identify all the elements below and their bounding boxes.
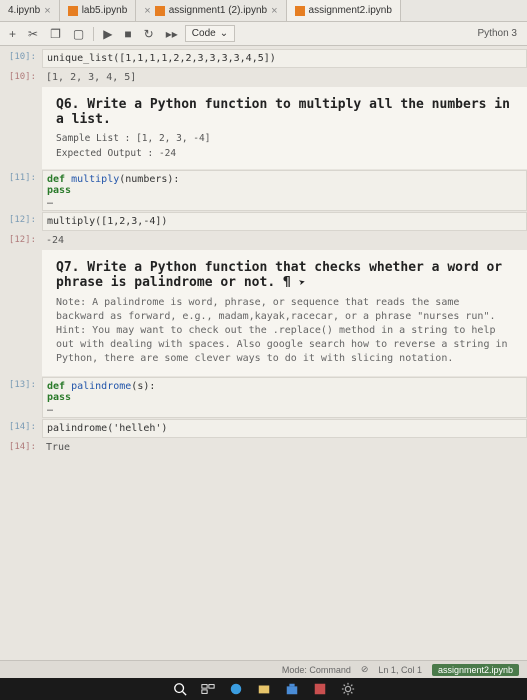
- copy-button[interactable]: ❐: [45, 25, 66, 43]
- task-view-icon[interactable]: [201, 682, 215, 696]
- ellipsis-icon[interactable]: …: [47, 196, 518, 207]
- saved-icon: ⊘: [361, 664, 369, 675]
- cursor-icon: ➤: [297, 275, 307, 289]
- cell-input[interactable]: def palindrome(s): pass …: [42, 377, 527, 418]
- in-prompt: [12]:: [0, 212, 42, 231]
- files-icon[interactable]: [257, 682, 271, 696]
- in-prompt: [13]:: [0, 377, 42, 418]
- notebook-icon: [295, 6, 305, 16]
- tab-bar: 4.ipynb × lab5.ipynb × assignment1 (2).i…: [0, 0, 527, 22]
- output-cell: [14]: True: [0, 439, 527, 456]
- q6-expected-output: Expected Output : -24: [56, 148, 513, 159]
- output-cell: [12]: -24: [0, 232, 527, 249]
- windows-taskbar[interactable]: [0, 678, 527, 700]
- restart-button[interactable]: ↻: [139, 25, 159, 43]
- tab-label: lab5.ipynb: [82, 5, 128, 16]
- cell-type-dropdown[interactable]: Code ⌄: [185, 25, 235, 42]
- status-bar: Mode: Command ⊘ Ln 1, Col 1 assignment2.…: [0, 660, 527, 678]
- cell-input[interactable]: multiply([1,2,3,-4]): [42, 212, 527, 231]
- notebook-icon: [68, 6, 78, 16]
- close-icon[interactable]: ×: [44, 5, 50, 17]
- q7-note: Note: A palindrome is word, phrase, or s…: [56, 296, 513, 366]
- code-cell[interactable]: [13]: def palindrome(s): pass …: [0, 377, 527, 418]
- close-icon[interactable]: ×: [144, 5, 150, 17]
- notebook-area[interactable]: [10]: unique_list([1,1,1,1,2,2,3,3,3,3,4…: [0, 46, 527, 676]
- ellipsis-icon[interactable]: …: [47, 403, 518, 414]
- notebook-icon: [155, 6, 165, 16]
- cell-input[interactable]: unique_list([1,1,1,1,2,2,3,3,3,3,4,5]): [42, 49, 527, 68]
- md-prompt: [0, 87, 42, 169]
- close-icon[interactable]: ×: [271, 5, 277, 17]
- tab-assignment1-ipynb[interactable]: × assignment1 (2).ipynb ×: [136, 0, 286, 21]
- in-prompt: [10]:: [0, 49, 42, 68]
- store-icon[interactable]: [285, 682, 299, 696]
- run-all-button[interactable]: ▸▸: [161, 25, 183, 43]
- cell-input[interactable]: def multiply(numbers): pass …: [42, 170, 527, 211]
- chevron-down-icon: ⌄: [220, 28, 228, 39]
- file-name-pill[interactable]: assignment2.ipynb: [432, 664, 519, 676]
- code-cell[interactable]: [10]: unique_list([1,1,1,1,2,2,3,3,3,3,4…: [0, 49, 527, 68]
- md-prompt: [0, 250, 42, 376]
- cut-button[interactable]: ✂: [23, 25, 43, 43]
- tab-label: 4.ipynb: [8, 5, 40, 16]
- markdown-cell[interactable]: Q6. Write a Python function to multiply …: [0, 87, 527, 169]
- stop-button[interactable]: ■: [119, 25, 136, 43]
- in-prompt: [14]:: [0, 419, 42, 438]
- search-icon[interactable]: [173, 682, 187, 696]
- settings-icon[interactable]: [341, 682, 355, 696]
- tab-label: assignment2.ipynb: [309, 5, 392, 16]
- cell-input[interactable]: palindrome('helleh'): [42, 419, 527, 438]
- tab-lab5-ipynb[interactable]: lab5.ipynb: [60, 0, 137, 21]
- run-button[interactable]: ▶: [98, 25, 117, 43]
- out-prompt: [10]:: [0, 69, 42, 86]
- q6-sample-list: Sample List : [1, 2, 3, -4]: [56, 133, 513, 144]
- cell-output: True: [42, 439, 527, 456]
- tab-4-ipynb[interactable]: 4.ipynb ×: [0, 0, 60, 21]
- q6-heading: Q6. Write a Python function to multiply …: [56, 97, 513, 127]
- app-icon[interactable]: [313, 682, 327, 696]
- cursor-position: Ln 1, Col 1: [378, 665, 422, 675]
- mode-label: Mode: Command: [282, 665, 351, 675]
- code-cell[interactable]: [11]: def multiply(numbers): pass …: [0, 170, 527, 211]
- out-prompt: [14]:: [0, 439, 42, 456]
- edge-icon[interactable]: [229, 682, 243, 696]
- tab-label: assignment1 (2).ipynb: [169, 5, 267, 16]
- in-prompt: [11]:: [0, 170, 42, 211]
- cell-output: [1, 2, 3, 4, 5]: [42, 69, 527, 86]
- cell-type-label: Code: [192, 28, 216, 39]
- add-cell-button[interactable]: +: [4, 25, 21, 43]
- toolbar: + ✂ ❐ ▢ ▶ ■ ↻ ▸▸ Code ⌄ Python 3: [0, 22, 527, 46]
- separator: [93, 27, 94, 41]
- code-cell[interactable]: [14]: palindrome('helleh'): [0, 419, 527, 438]
- out-prompt: [12]:: [0, 232, 42, 249]
- markdown-cell[interactable]: Q7. Write a Python function that checks …: [0, 250, 527, 376]
- kernel-name[interactable]: Python 3: [478, 28, 523, 39]
- output-cell: [10]: [1, 2, 3, 4, 5]: [0, 69, 527, 86]
- cell-output: -24: [42, 232, 527, 249]
- tab-assignment2-ipynb[interactable]: assignment2.ipynb: [287, 0, 401, 21]
- paste-button[interactable]: ▢: [68, 25, 89, 43]
- q7-heading: Q7. Write a Python function that checks …: [56, 260, 513, 290]
- code-cell[interactable]: [12]: multiply([1,2,3,-4]): [0, 212, 527, 231]
